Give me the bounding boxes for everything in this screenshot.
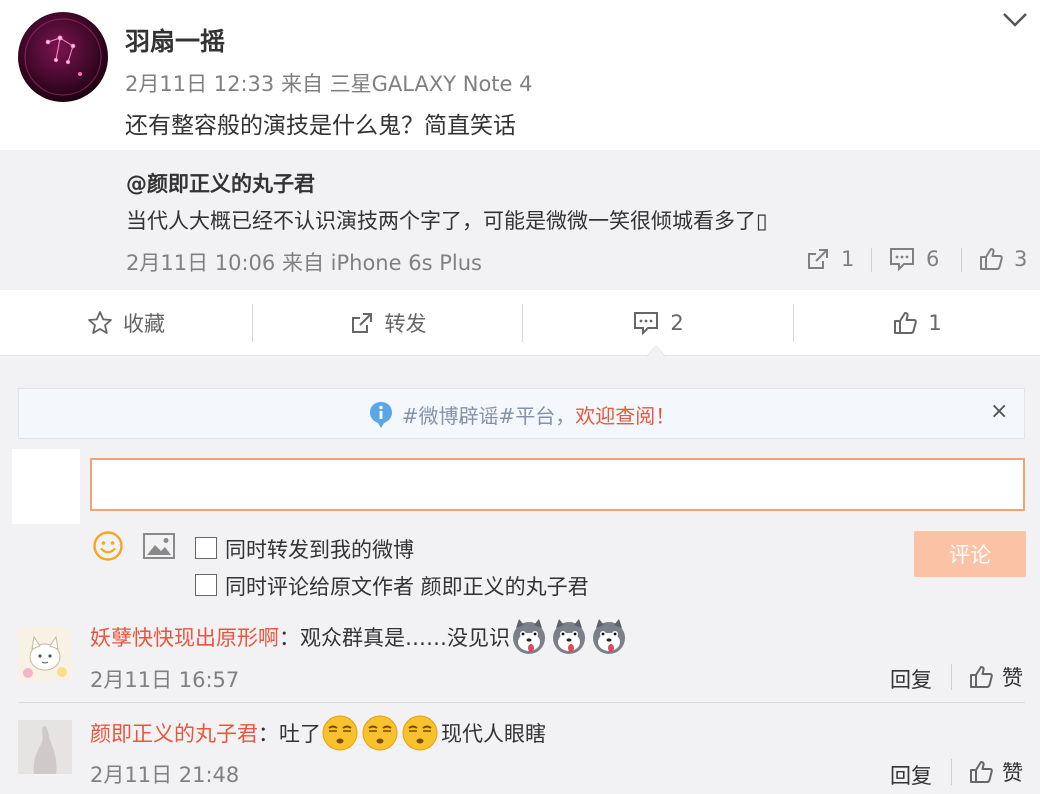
- favorite-label: 收藏: [123, 312, 165, 336]
- repost-comment-stat[interactable]: 6: [888, 246, 939, 272]
- comment-like-label: 赞: [1002, 761, 1023, 785]
- smirk-emoji: [321, 714, 359, 752]
- submit-comment-button[interactable]: 评论: [914, 531, 1026, 577]
- like-button[interactable]: 1: [794, 290, 1040, 356]
- comment-count: 2: [670, 311, 684, 335]
- repost-time[interactable]: 2月11日 10:06: [126, 251, 275, 275]
- comment-text-after: 现代人眼瞎: [441, 722, 546, 746]
- info-icon: [369, 401, 392, 428]
- post-author-name[interactable]: 羽扇一摇: [125, 22, 225, 58]
- husky-emoji: [510, 618, 548, 656]
- thumbs-up-icon: [894, 312, 918, 334]
- author-avatar[interactable]: [18, 12, 108, 102]
- forward-button[interactable]: 转发: [253, 290, 522, 356]
- notice-text[interactable]: #微博辟谣#平台，: [402, 400, 576, 429]
- comment-like-button[interactable]: 赞: [968, 757, 1023, 787]
- emoji-picker-icon[interactable]: [92, 530, 124, 566]
- forward-checkbox-label: 同时转发到我的微博: [225, 538, 414, 562]
- commenter-name[interactable]: 颜即正义的丸子君: [90, 718, 258, 748]
- post-time[interactable]: 2月11日 12:33: [125, 72, 274, 96]
- reply-button[interactable]: 回复: [890, 664, 932, 694]
- comment-original-checkbox-label: 同时评论给原文作者 颜即正义的丸子君: [225, 575, 589, 599]
- comment-separator: ：: [279, 626, 300, 650]
- favorite-button[interactable]: 收藏: [0, 290, 252, 356]
- repost-text: 当代人大概已经不认识演技两个字了，可能是微微一笑很倾城看多了▯: [126, 209, 768, 233]
- star-icon: [88, 311, 112, 334]
- comment-like-button[interactable]: 赞: [968, 662, 1023, 692]
- comment-input[interactable]: [90, 458, 1025, 511]
- post-source[interactable]: 三星GALAXY Note 4: [330, 72, 533, 96]
- repost-via-label: 来自: [281, 251, 324, 275]
- smirk-emoji: [401, 714, 439, 752]
- via-label: 来自: [280, 72, 323, 96]
- divider: [951, 664, 952, 690]
- forward-checkbox[interactable]: [195, 537, 217, 559]
- husky-emoji: [550, 618, 588, 656]
- divider: [951, 759, 952, 785]
- comment-text: 吐了: [279, 722, 321, 746]
- comment-line: 颜即正义的丸子君 ： 吐了 现代人眼瞎: [90, 713, 546, 753]
- chevron-down-icon[interactable]: [1000, 8, 1030, 32]
- comment-icon: [890, 248, 914, 272]
- thumbs-up-icon: [970, 761, 993, 783]
- commenter-name[interactable]: 妖孽快快现出原形啊: [90, 622, 279, 652]
- action-bar: 收藏 转发 2 1: [0, 290, 1040, 356]
- repost-share-stat[interactable]: 1: [805, 246, 854, 272]
- divider: [871, 248, 872, 272]
- repost-like-stat[interactable]: 3: [978, 246, 1027, 272]
- comment-separator: ：: [258, 722, 279, 746]
- caret-pointer: [646, 346, 666, 357]
- husky-emoji: [590, 618, 628, 656]
- comment-line: 妖孽快快现出原形啊 ： 观众群真是……没见识: [90, 617, 630, 657]
- comment-time: 2月11日 16:57: [90, 668, 240, 692]
- share-icon: [808, 249, 828, 269]
- current-user-avatar: [12, 449, 80, 524]
- repost-comment-count: 6: [926, 247, 940, 271]
- comment-icon: [634, 312, 659, 336]
- post-meta: 2月11日 12:33 来自 三星GALAXY Note 4: [125, 68, 532, 98]
- repost-like-count: 3: [1014, 247, 1028, 271]
- thumbs-up-icon: [980, 248, 1003, 270]
- smirk-emoji: [361, 714, 399, 752]
- commenter-avatar[interactable]: [18, 627, 72, 681]
- comment-divider: [18, 702, 1025, 703]
- divider: [961, 248, 962, 272]
- comment-like-label: 赞: [1002, 666, 1023, 690]
- share-icon: [351, 313, 372, 333]
- repost-author[interactable]: @颜即正义的丸子君: [126, 168, 315, 198]
- reply-button[interactable]: 回复: [890, 760, 932, 790]
- notice-highlight[interactable]: 欢迎查阅！: [575, 400, 675, 429]
- forward-label: 转发: [384, 312, 427, 336]
- post-text: 还有整容般的演技是什么鬼？简直笑话: [125, 113, 516, 139]
- image-upload-icon[interactable]: [142, 532, 176, 564]
- close-icon[interactable]: ×: [990, 399, 1008, 424]
- comment-text: 观众群真是……没见识: [300, 626, 510, 650]
- comment-time: 2月11日 21:48: [90, 763, 240, 787]
- comment-original-checkbox[interactable]: [195, 574, 217, 596]
- like-count: 1: [928, 311, 942, 335]
- commenter-avatar[interactable]: [18, 720, 72, 774]
- repost-meta: 2月11日 10:06 来自 iPhone 6s Plus: [126, 247, 482, 277]
- thumbs-up-icon: [970, 666, 993, 688]
- repost-source[interactable]: iPhone 6s Plus: [331, 251, 482, 275]
- notice-banner: #微博辟谣#平台， 欢迎查阅！: [18, 388, 1025, 439]
- repost-share-count: 1: [841, 247, 855, 271]
